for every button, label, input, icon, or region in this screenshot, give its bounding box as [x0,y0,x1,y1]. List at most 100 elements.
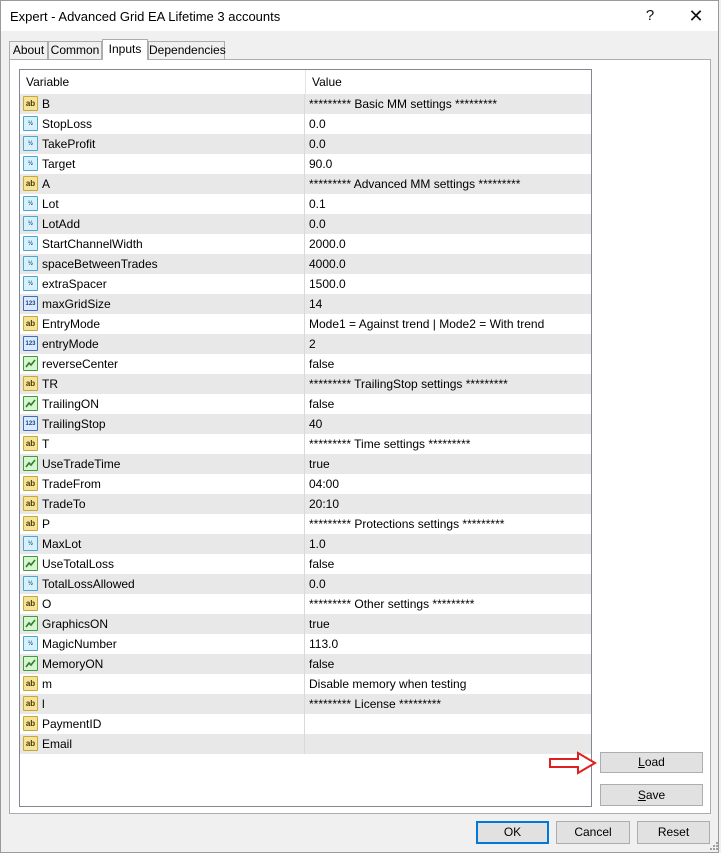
variable-cell[interactable]: reverseCenter [20,354,305,374]
variable-cell[interactable]: ab Email [20,734,305,754]
value-cell[interactable]: 113.0 [306,634,591,654]
value-cell[interactable]: 1500.0 [306,274,591,294]
table-row[interactable]: ab TradeTo 20:10 [20,494,591,514]
table-row[interactable]: ½ Target 90.0 [20,154,591,174]
table-row[interactable]: UseTradeTime true [20,454,591,474]
variable-cell[interactable]: ab EntryMode [20,314,305,334]
table-row[interactable]: GraphicsON true [20,614,591,634]
help-button[interactable]: ? [639,6,661,26]
table-row[interactable]: ab P ********* Protections settings ******… [20,514,591,534]
value-cell[interactable]: 20:10 [306,494,591,514]
value-cell[interactable]: 0.0 [306,114,591,134]
value-cell[interactable]: false [306,394,591,414]
value-cell[interactable]: false [306,654,591,674]
table-row[interactable]: 123 TrailingStop 40 [20,414,591,434]
save-button[interactable]: Save [600,784,703,806]
tab-about[interactable]: About [9,41,48,59]
table-row[interactable]: ab l ********* License ********* [20,694,591,714]
table-row[interactable]: ½ StartChannelWidth 2000.0 [20,234,591,254]
value-cell[interactable]: 2000.0 [306,234,591,254]
table-row[interactable]: ab PaymentID [20,714,591,734]
table-row[interactable]: ½ TakeProfit 0.0 [20,134,591,154]
value-cell[interactable]: ********* Other settings ********* [306,594,591,614]
table-row[interactable]: MemoryON false [20,654,591,674]
table-row[interactable]: ½ StopLoss 0.0 [20,114,591,134]
load-button[interactable]: Load [600,752,703,773]
variable-cell[interactable]: ab B [20,94,305,114]
table-row[interactable]: ½ TotalLossAllowed 0.0 [20,574,591,594]
variable-cell[interactable]: ab PaymentID [20,714,305,734]
variable-cell[interactable]: ab T [20,434,305,454]
value-cell[interactable]: ********* Time settings ********* [306,434,591,454]
variable-cell[interactable]: MemoryON [20,654,305,674]
variable-cell[interactable]: UseTradeTime [20,454,305,474]
variable-cell[interactable]: 123 maxGridSize [20,294,305,314]
table-row[interactable]: ½ extraSpacer 1500.0 [20,274,591,294]
value-cell[interactable]: 1.0 [306,534,591,554]
table-row[interactable]: ab T ********* Time settings ********* [20,434,591,454]
value-cell[interactable]: 0.0 [306,214,591,234]
value-cell[interactable]: true [306,454,591,474]
table-row[interactable]: ab Email [20,734,591,754]
table-row[interactable]: ab B ********* Basic MM settings ********* [20,94,591,114]
variable-cell[interactable]: 123 entryMode [20,334,305,354]
variable-cell[interactable]: ab TradeFrom [20,474,305,494]
value-cell[interactable]: 14 [306,294,591,314]
value-cell[interactable]: false [306,554,591,574]
variable-cell[interactable]: ab P [20,514,305,534]
variable-cell[interactable]: ½ LotAdd [20,214,305,234]
value-cell[interactable]: ********* License ********* [306,694,591,714]
table-row[interactable]: UseTotalLoss false [20,554,591,574]
variable-cell[interactable]: 123 TrailingStop [20,414,305,434]
variable-cell[interactable]: ½ extraSpacer [20,274,305,294]
table-row[interactable]: ½ Lot 0.1 [20,194,591,214]
table-row[interactable]: 123 maxGridSize 14 [20,294,591,314]
value-cell[interactable] [306,714,591,734]
value-cell[interactable]: Mode1 = Against trend | Mode2 = With tre… [306,314,591,334]
table-row[interactable]: ab A ********* Advanced MM settings ******… [20,174,591,194]
value-cell[interactable]: ********* Protections settings ********* [306,514,591,534]
value-cell[interactable]: ********* TrailingStop settings ********… [306,374,591,394]
variable-cell[interactable]: ab l [20,694,305,714]
variable-cell[interactable]: ab m [20,674,305,694]
variable-cell[interactable]: ab TR [20,374,305,394]
table-row[interactable]: ab TR ********* TrailingStop settings ****… [20,374,591,394]
cancel-button[interactable]: Cancel [556,821,630,844]
table-row[interactable]: reverseCenter false [20,354,591,374]
variable-cell[interactable]: ½ StartChannelWidth [20,234,305,254]
reset-button[interactable]: Reset [637,821,710,844]
value-cell[interactable]: 4000.0 [306,254,591,274]
value-cell[interactable]: ********* Basic MM settings ********* [306,94,591,114]
variable-cell[interactable]: ab TradeTo [20,494,305,514]
table-row[interactable]: TrailingON false [20,394,591,414]
close-button[interactable]: ✕ [685,6,707,26]
value-cell[interactable]: ********* Advanced MM settings ********* [306,174,591,194]
table-row[interactable]: ab O ********* Other settings ********* [20,594,591,614]
table-row[interactable]: ½ MaxLot 1.0 [20,534,591,554]
table-row[interactable]: ab TradeFrom 04:00 [20,474,591,494]
variable-cell[interactable]: ½ MagicNumber [20,634,305,654]
value-cell[interactable]: 2 [306,334,591,354]
variable-cell[interactable]: ½ Lot [20,194,305,214]
tab-inputs[interactable]: Inputs [102,39,148,60]
value-cell[interactable]: true [306,614,591,634]
variable-cell[interactable]: ½ Target [20,154,305,174]
value-cell[interactable]: 0.1 [306,194,591,214]
variable-cell[interactable]: ab A [20,174,305,194]
resize-grip-icon[interactable] [708,840,718,850]
column-header-value[interactable]: Value [306,70,591,94]
variable-cell[interactable]: ½ TakeProfit [20,134,305,154]
variable-cell[interactable]: UseTotalLoss [20,554,305,574]
tab-dependencies[interactable]: Dependencies [148,41,226,59]
variable-cell[interactable]: ab O [20,594,305,614]
variable-cell[interactable]: ½ StopLoss [20,114,305,134]
value-cell[interactable]: 90.0 [306,154,591,174]
table-row[interactable]: ab m Disable memory when testing [20,674,591,694]
variable-cell[interactable]: ½ spaceBetweenTrades [20,254,305,274]
inputs-grid[interactable]: Variable Value ab B ********* Basic MM set… [19,69,592,807]
value-cell[interactable]: 0.0 [306,574,591,594]
table-row[interactable]: 123 entryMode 2 [20,334,591,354]
ok-button[interactable]: OK [476,821,549,844]
table-row[interactable]: ab EntryMode Mode1 = Against trend | Mode2… [20,314,591,334]
variable-cell[interactable]: TrailingON [20,394,305,414]
